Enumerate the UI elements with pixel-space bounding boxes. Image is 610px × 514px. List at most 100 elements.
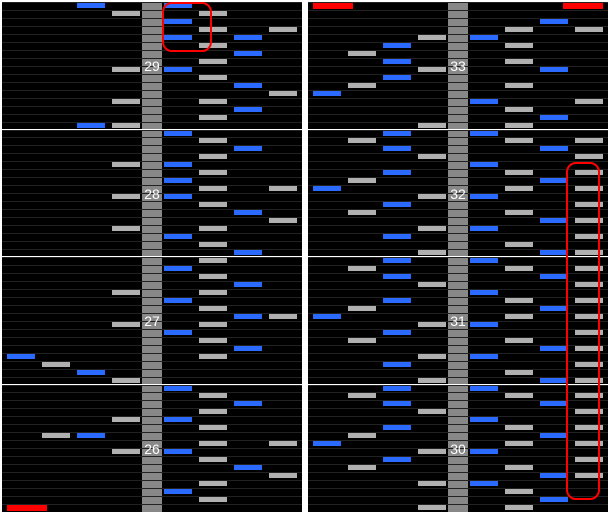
note[interactable] [199, 115, 227, 120]
note[interactable] [77, 370, 105, 375]
note[interactable] [234, 35, 262, 40]
note[interactable] [313, 186, 341, 191]
note[interactable] [234, 282, 262, 287]
note[interactable] [505, 242, 533, 247]
note[interactable] [348, 266, 376, 271]
note[interactable] [575, 138, 603, 143]
note[interactable] [418, 505, 446, 510]
note[interactable] [199, 258, 227, 263]
note[interactable] [42, 433, 70, 438]
note[interactable] [112, 290, 140, 295]
note[interactable] [505, 43, 533, 48]
note[interactable] [199, 338, 227, 343]
note[interactable] [348, 306, 376, 311]
note[interactable] [383, 386, 411, 391]
note[interactable] [112, 226, 140, 231]
note[interactable] [540, 306, 568, 311]
note[interactable] [418, 354, 446, 359]
note[interactable] [418, 250, 446, 255]
note[interactable] [269, 186, 297, 191]
note[interactable] [199, 457, 227, 462]
note[interactable] [348, 338, 376, 343]
note[interactable] [540, 115, 568, 120]
note[interactable] [383, 425, 411, 430]
note[interactable] [505, 393, 533, 398]
note[interactable] [199, 202, 227, 207]
note[interactable] [313, 3, 353, 9]
note[interactable] [418, 322, 446, 327]
note[interactable] [77, 433, 105, 438]
note[interactable] [112, 123, 140, 128]
note[interactable] [199, 497, 227, 502]
note[interactable] [77, 123, 105, 128]
note[interactable] [540, 218, 568, 223]
note[interactable] [164, 298, 192, 303]
note[interactable] [199, 242, 227, 247]
note[interactable] [505, 489, 533, 494]
note[interactable] [164, 67, 192, 72]
note[interactable] [199, 59, 227, 64]
note[interactable] [418, 154, 446, 159]
note[interactable] [505, 83, 533, 88]
note[interactable] [383, 131, 411, 136]
note[interactable] [540, 497, 568, 502]
note[interactable] [418, 123, 446, 128]
note[interactable] [470, 322, 498, 327]
note[interactable] [418, 449, 446, 454]
note[interactable] [540, 19, 568, 24]
note[interactable] [199, 154, 227, 159]
note[interactable] [470, 290, 498, 295]
note[interactable] [348, 51, 376, 56]
note[interactable] [505, 210, 533, 215]
note[interactable] [234, 250, 262, 255]
note[interactable] [383, 146, 411, 151]
note[interactable] [234, 83, 262, 88]
note[interactable] [199, 322, 227, 327]
note[interactable] [77, 3, 105, 8]
note[interactable] [348, 83, 376, 88]
note[interactable] [112, 449, 140, 454]
note[interactable] [383, 274, 411, 279]
note[interactable] [383, 330, 411, 335]
note[interactable] [505, 59, 533, 64]
note[interactable] [164, 266, 192, 271]
note[interactable] [313, 314, 341, 319]
note[interactable] [418, 35, 446, 40]
note[interactable] [199, 186, 227, 191]
note[interactable] [505, 107, 533, 112]
note[interactable] [505, 370, 533, 375]
note[interactable] [540, 67, 568, 72]
note[interactable] [470, 194, 498, 199]
note[interactable] [112, 378, 140, 383]
note[interactable] [505, 441, 533, 446]
note[interactable] [199, 481, 227, 486]
note[interactable] [575, 27, 603, 32]
note[interactable] [199, 170, 227, 175]
note[interactable] [199, 425, 227, 430]
note[interactable] [199, 354, 227, 359]
note[interactable] [348, 433, 376, 438]
note[interactable] [199, 99, 227, 104]
note[interactable] [199, 138, 227, 143]
note[interactable] [470, 226, 498, 231]
note[interactable] [164, 194, 192, 199]
note[interactable] [383, 75, 411, 80]
note[interactable] [199, 226, 227, 231]
note[interactable] [575, 154, 603, 159]
note[interactable] [505, 465, 533, 470]
note[interactable] [164, 162, 192, 167]
note[interactable] [112, 194, 140, 199]
note[interactable] [540, 178, 568, 183]
note[interactable] [470, 162, 498, 167]
note[interactable] [383, 362, 411, 367]
note[interactable] [234, 401, 262, 406]
note[interactable] [164, 489, 192, 494]
note[interactable] [7, 505, 47, 511]
note[interactable] [470, 35, 498, 40]
note[interactable] [112, 417, 140, 422]
note[interactable] [418, 378, 446, 383]
note[interactable] [383, 59, 411, 64]
note[interactable] [164, 449, 192, 454]
note[interactable] [383, 234, 411, 239]
note[interactable] [234, 210, 262, 215]
